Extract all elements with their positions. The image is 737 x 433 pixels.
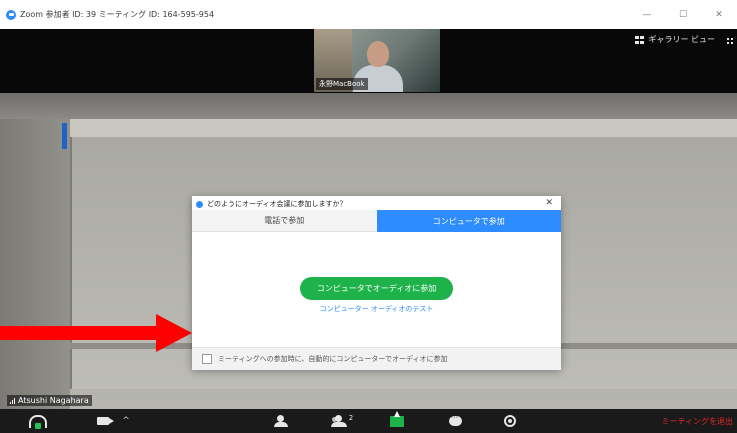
gallery-view-label: ギャラリー ビュー bbox=[648, 35, 715, 44]
annotation-arrow-head bbox=[156, 314, 192, 352]
zoom-logo-icon bbox=[6, 9, 16, 20]
zoom-logo-icon bbox=[196, 200, 203, 208]
record-icon bbox=[504, 415, 516, 427]
grid-icon bbox=[635, 35, 645, 44]
window-title: Zoom 参加者 ID: 39 ミーティング ID: 164-595-954 bbox=[20, 10, 215, 19]
blue-marker bbox=[62, 123, 67, 149]
join-computer-audio-button[interactable]: コンピュータでオーディオに参加 bbox=[300, 277, 453, 300]
video-options-button[interactable]: ^ bbox=[120, 409, 132, 433]
share-screen-icon bbox=[390, 410, 404, 427]
share-screen-button[interactable] bbox=[388, 409, 406, 433]
dialog-title: どのようにオーディオ会議に参加しますか？ bbox=[207, 200, 347, 208]
auto-join-checkbox[interactable] bbox=[202, 354, 212, 364]
auto-join-label[interactable]: ミーティングへの参加時に、自動的にコンピューターでオーディオに参加 bbox=[218, 354, 447, 364]
tab-computer[interactable]: コンピュータで参加 bbox=[376, 210, 561, 232]
camera-icon bbox=[97, 417, 114, 425]
dialog-footer: ミーティングへの参加時に、自動的にコンピューターでオーディオに参加 bbox=[192, 347, 561, 370]
participant-face bbox=[367, 41, 389, 67]
window-titlebar: Zoom 参加者 ID: 39 ミーティング ID: 164-595-954 —… bbox=[0, 0, 737, 30]
join-audio-dialog: どのようにオーディオ会議に参加しますか？ ✕ 電話で参加 コンピュータで参加 コ… bbox=[192, 196, 561, 370]
annotation-arrow-shaft bbox=[0, 326, 160, 340]
minimize-button[interactable]: — bbox=[629, 0, 665, 29]
close-button[interactable]: ✕ bbox=[701, 0, 737, 29]
participant-thumbnail[interactable]: 永野MacBook bbox=[314, 29, 440, 92]
room-beam bbox=[0, 119, 737, 137]
video-strip: 永野MacBook ギャラリー ビュー bbox=[0, 29, 737, 93]
room-ceiling bbox=[0, 93, 737, 119]
join-audio-button[interactable] bbox=[28, 409, 48, 433]
tab-phone[interactable]: 電話で参加 bbox=[192, 210, 377, 232]
participants-button[interactable]: 2 bbox=[328, 409, 356, 433]
dialog-tabs: 電話で参加 コンピュータで参加 bbox=[192, 210, 561, 232]
test-computer-audio-link[interactable]: コンピューター オーディオのテスト bbox=[192, 304, 561, 314]
record-button[interactable] bbox=[502, 409, 518, 433]
participant-name-label: 永野MacBook bbox=[316, 78, 368, 90]
start-video-button[interactable] bbox=[92, 409, 114, 433]
window-controls: — ☐ ✕ bbox=[629, 0, 737, 29]
participants-icon bbox=[330, 415, 347, 427]
gallery-view-button[interactable]: ギャラリー ビュー bbox=[635, 34, 715, 45]
host-icon bbox=[274, 415, 288, 427]
meeting-toolbar: ^ 2 ミーティングを退出 bbox=[0, 409, 737, 433]
chat-icon bbox=[448, 413, 462, 426]
dialog-close-button[interactable]: ✕ bbox=[545, 198, 553, 208]
maximize-button[interactable]: ☐ bbox=[665, 0, 701, 29]
speaker-name-label: Atsushi Nagahara bbox=[7, 395, 92, 406]
more-icon[interactable] bbox=[727, 38, 733, 44]
participants-count: 2 bbox=[348, 414, 354, 422]
signal-icon bbox=[10, 397, 16, 404]
caret-up-icon: ^ bbox=[122, 416, 130, 426]
leave-meeting-button[interactable]: ミーティングを退出 bbox=[661, 409, 733, 433]
room-wall bbox=[0, 119, 70, 409]
host-button[interactable] bbox=[272, 409, 290, 433]
headphone-icon bbox=[29, 414, 47, 429]
speaker-name: Atsushi Nagahara bbox=[18, 396, 89, 405]
chat-button[interactable] bbox=[446, 409, 464, 433]
